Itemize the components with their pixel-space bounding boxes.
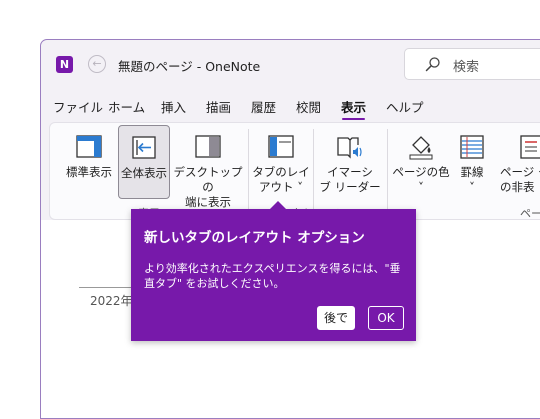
hide-page-title-button[interactable]: ページ タイ の非表 xyxy=(494,125,540,199)
full-page-view-button[interactable]: 全体表示 xyxy=(118,125,170,199)
ribbon-divider xyxy=(387,129,388,209)
title-bar: N ← 無題のページ - OneNote 検索 xyxy=(41,40,540,90)
teaching-callout: 新しいタブのレイアウト オプション より効率化されたエクスペリエンスを得るには、… xyxy=(131,201,416,341)
tab-layout-label: タブのレイ アウト ˅ xyxy=(252,165,310,194)
normal-view-button[interactable]: 標準表示 xyxy=(58,125,120,199)
tab-layout-icon xyxy=(268,135,294,158)
tab-view[interactable]: 表示 xyxy=(341,97,366,120)
tab-help[interactable]: ヘルプ xyxy=(386,97,424,116)
page-color-label: ページの色 ˅ xyxy=(392,165,450,194)
search-icon xyxy=(425,57,440,72)
immersive-reader-label: イマーシ ブ リーダー xyxy=(319,165,381,194)
dock-to-desktop-label: デスクトップの 端に表示 xyxy=(173,165,243,209)
back-button[interactable]: ← xyxy=(88,55,106,73)
tab-insert[interactable]: 挿入 xyxy=(161,97,186,116)
immersive-reader-button[interactable]: イマーシ ブ リーダー xyxy=(318,125,382,199)
group-label-page: ページ xyxy=(520,207,540,220)
tab-draw[interactable]: 描画 xyxy=(206,97,231,116)
immersive-reader-icon xyxy=(337,137,362,159)
rule-lines-button[interactable]: 罫線 ˅ xyxy=(452,125,492,199)
rule-lines-label: 罫線 ˅ xyxy=(460,165,484,194)
callout-pointer xyxy=(270,201,286,209)
callout-body: より効率化されたエクスペリエンスを得るには、"垂直タブ" をお試しください。 xyxy=(144,262,401,290)
page-color-icon xyxy=(409,136,433,160)
tab-history[interactable]: 履歴 xyxy=(251,97,276,116)
menu-bar: ファイル ホーム 挿入 描画 履歴 校閲 表示 ヘルプ xyxy=(41,95,540,120)
full-page-view-icon xyxy=(132,136,156,159)
rule-lines-icon xyxy=(460,135,484,159)
normal-view-icon xyxy=(76,135,102,158)
tab-home[interactable]: ホーム xyxy=(108,97,145,116)
ok-button[interactable]: OK xyxy=(368,306,404,330)
page-date: 2022年 xyxy=(90,294,133,308)
search-placeholder: 検索 xyxy=(453,60,480,75)
tab-review[interactable]: 校閲 xyxy=(296,97,321,116)
ribbon-divider xyxy=(313,129,314,209)
hide-page-title-icon xyxy=(520,135,540,159)
dock-to-desktop-icon xyxy=(195,135,221,158)
onenote-app-icon: N xyxy=(56,56,73,73)
hide-page-title-label: ページ タイ の非表 xyxy=(500,165,540,194)
ribbon: 標準表示 全体表示 デスクトップの 端に表示 タブのレイ アウト ˅ イマーシ … xyxy=(49,122,540,220)
later-button[interactable]: 後で xyxy=(317,306,355,330)
page-color-button[interactable]: ページの色 ˅ xyxy=(390,125,452,199)
tab-file[interactable]: ファイル xyxy=(53,97,103,116)
ribbon-divider xyxy=(248,129,249,209)
window-title: 無題のページ - OneNote xyxy=(118,59,261,74)
search-box[interactable]: 検索 xyxy=(404,48,540,80)
back-arrow-icon: ← xyxy=(92,57,102,70)
callout-title: 新しいタブのレイアウト オプション xyxy=(144,230,365,246)
tab-layout-button[interactable]: タブのレイ アウト ˅ xyxy=(252,125,310,199)
full-page-view-label: 全体表示 xyxy=(121,166,167,180)
dock-to-desktop-button[interactable]: デスクトップの 端に表示 xyxy=(172,125,244,209)
normal-view-label: 標準表示 xyxy=(66,165,112,179)
